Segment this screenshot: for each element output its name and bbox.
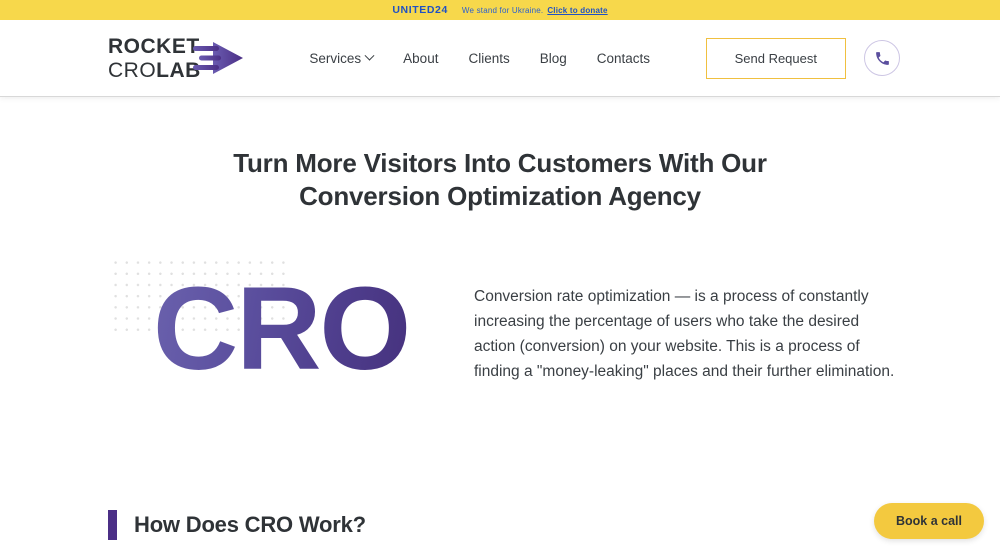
section-title-how-does-cro-work: How Does CRO Work? <box>134 511 366 537</box>
book-a-call-button[interactable]: Book a call <box>874 503 984 539</box>
phone-icon <box>875 51 889 65</box>
nav-label-about: About <box>403 50 439 66</box>
site-logo[interactable]: ROCKET CROLAB <box>108 34 246 82</box>
chevron-down-icon <box>364 50 375 61</box>
send-request-button[interactable]: Send Request <box>705 37 846 79</box>
nav-label-services: Services <box>309 50 362 66</box>
logo-wordmark: ROCKET CROLAB <box>108 36 201 81</box>
rocket-arrow-icon <box>191 34 246 82</box>
header-inner: ROCKET CROLAB Services About Clients Blo… <box>0 34 1000 82</box>
site-header: ROCKET CROLAB Services About Clients Blo… <box>0 20 1000 97</box>
header-actions: Send Request <box>705 37 900 79</box>
nav-item-clients[interactable]: Clients <box>468 51 509 66</box>
section-heading: How Does CRO Work? <box>0 509 1000 540</box>
nav-label-clients: Clients <box>468 50 510 66</box>
logo-text-cro: CRO <box>108 58 157 82</box>
accent-bar-decoration <box>108 509 117 540</box>
main-content: Turn More Visitors Into Customers With O… <box>0 147 1000 540</box>
page-title-line-1: Turn More Visitors Into Customers With O… <box>233 148 767 178</box>
nav-item-blog[interactable]: Blog <box>540 51 567 66</box>
phone-call-button[interactable] <box>864 40 900 76</box>
hero-description: Conversion rate optimization — is a proc… <box>474 287 895 380</box>
page-title: Turn More Visitors Into Customers With O… <box>190 147 810 214</box>
nav-label-contacts: Contacts <box>596 50 651 66</box>
cro-wordmark: CRO <box>153 262 411 395</box>
logo-line-rocket: ROCKET <box>108 34 200 58</box>
nav-label-blog: Blog <box>539 50 567 66</box>
logo-line-crolab: CROLAB <box>108 60 201 81</box>
hero-body: CRO Conversion rate optimization — is a … <box>0 252 1000 402</box>
nav-item-services[interactable]: Services <box>309 50 375 66</box>
united24-banner[interactable]: UNITED24 We stand for Ukraine. Click to … <box>0 0 1000 20</box>
nav-item-contacts[interactable]: Contacts <box>597 51 650 66</box>
main-navigation: Services About Clients Blog Contacts <box>309 50 650 66</box>
united24-message: We stand for Ukraine. <box>461 5 544 15</box>
united24-message-group: We stand for Ukraine. Click to donate <box>462 6 608 15</box>
cro-illustration: CRO <box>108 252 438 402</box>
page-title-line-2: Conversion Optimization Agency <box>299 181 701 212</box>
donate-link[interactable]: Click to donate <box>547 6 607 15</box>
united24-logo: UNITED24 <box>392 4 448 16</box>
nav-item-about[interactable]: About <box>403 51 438 66</box>
